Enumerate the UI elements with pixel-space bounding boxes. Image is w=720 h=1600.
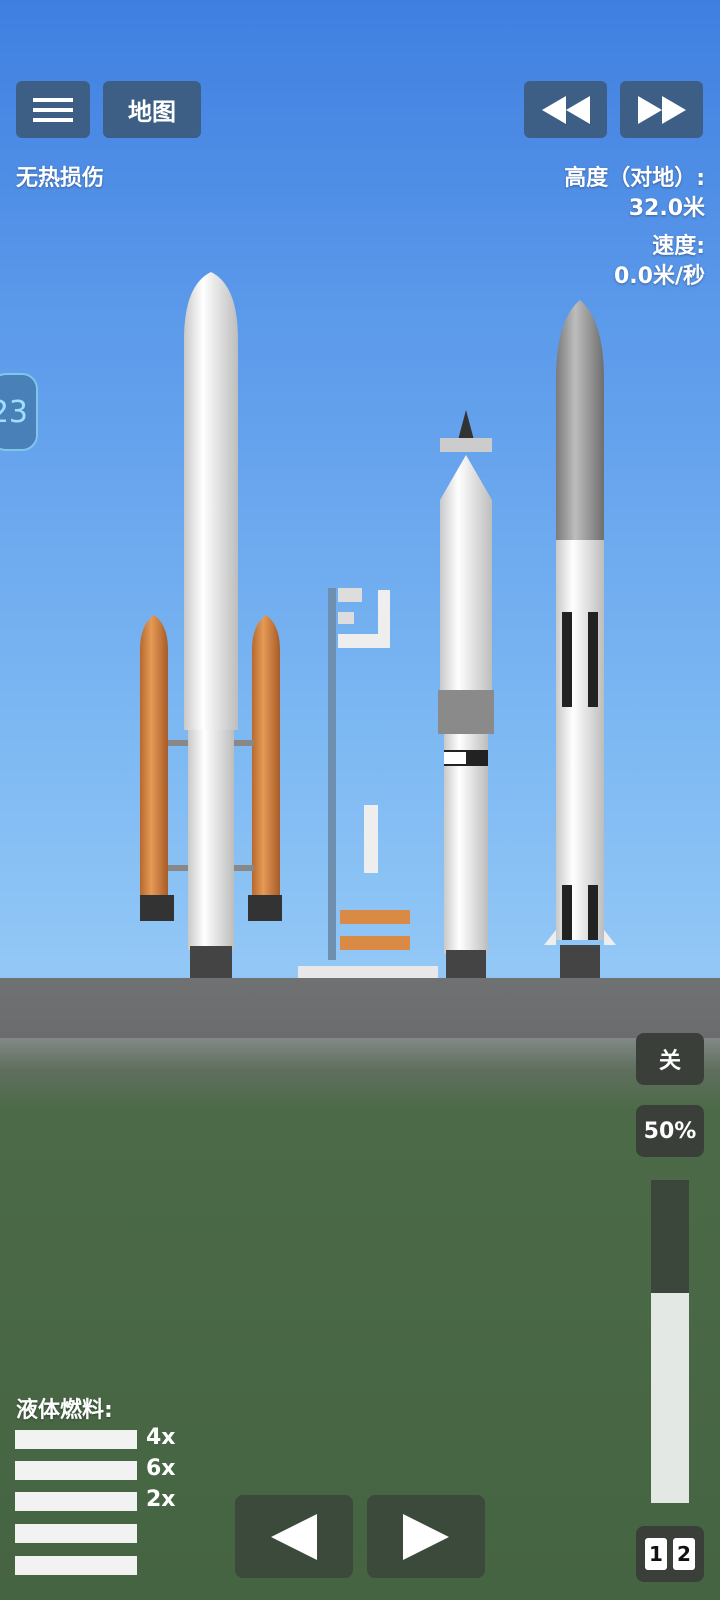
speed-value: 0.0米/秒: [613, 264, 705, 289]
rocket-scene: [140, 272, 616, 978]
throttle-fill: [651, 1293, 689, 1503]
side-tab-label: 23: [0, 394, 28, 430]
fuel-multiplier: 6x: [146, 1456, 176, 1481]
altitude-value: 32.0米: [628, 196, 705, 221]
speed-label: 速度:: [652, 234, 705, 259]
rocket-tall[interactable]: [544, 300, 616, 978]
fuel-bar: [15, 1492, 137, 1511]
fast-forward-button[interactable]: [620, 81, 703, 138]
left-arrow-icon: [271, 1513, 317, 1560]
next-button[interactable]: [367, 1495, 485, 1578]
fuel-bar: [15, 1430, 137, 1449]
rewind-button[interactable]: [524, 81, 607, 138]
fuel-bar: [15, 1461, 137, 1480]
fast-forward-icon: [637, 95, 686, 124]
fuel-title: 液体燃料:: [16, 1398, 113, 1423]
fuel-bar: [15, 1524, 137, 1543]
stage-b: 2: [673, 1538, 695, 1570]
rocket-heavy[interactable]: [140, 272, 282, 978]
fuel-multiplier: 2x: [146, 1487, 176, 1512]
stage-a: 1: [645, 1538, 667, 1570]
prev-button[interactable]: [235, 1495, 353, 1578]
map-button[interactable]: 地图: [103, 81, 201, 138]
rocket-medium[interactable]: [438, 410, 494, 978]
right-arrow-icon: [403, 1513, 449, 1560]
fuel-bar: [15, 1556, 137, 1575]
hamburger-menu-icon: [33, 92, 73, 128]
toggle-button[interactable]: 关: [636, 1033, 704, 1085]
throttle-value: 50%: [636, 1105, 704, 1157]
stage-selector[interactable]: 1 2: [636, 1526, 704, 1582]
fuel-multiplier: 4x: [146, 1425, 176, 1450]
menu-button[interactable]: [16, 81, 90, 138]
throttle-slider[interactable]: [651, 1180, 689, 1503]
launch-tower[interactable]: [298, 588, 438, 978]
side-tab[interactable]: 23: [0, 373, 38, 451]
altitude-label: 高度（对地）:: [564, 166, 705, 191]
heat-status: 无热损伤: [16, 166, 105, 191]
rewind-icon: [541, 95, 590, 124]
